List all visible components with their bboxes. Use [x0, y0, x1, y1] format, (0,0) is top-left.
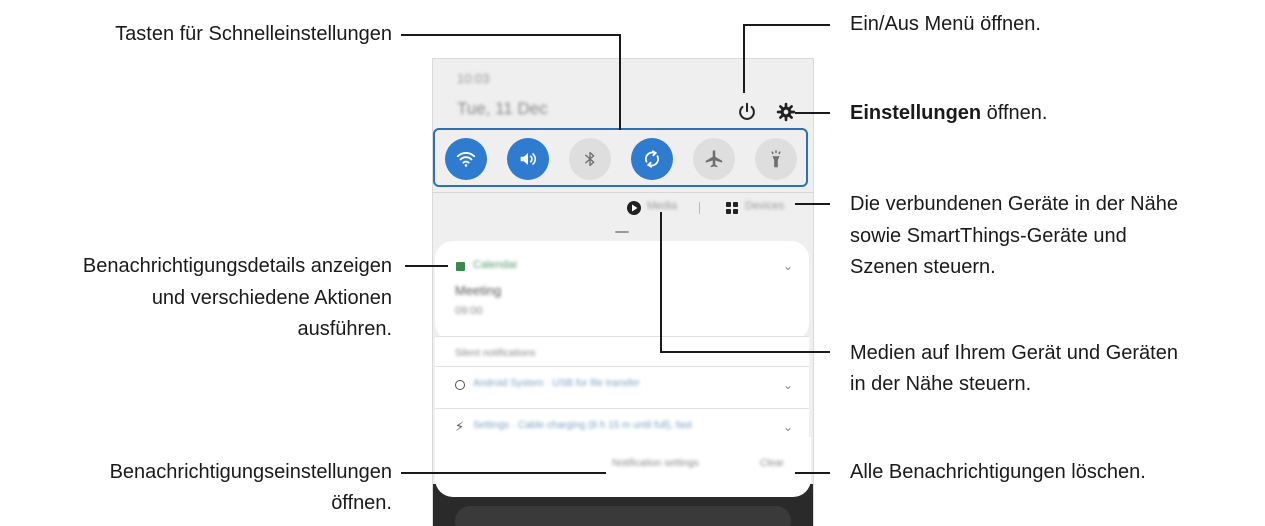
- flashlight-icon: [771, 150, 781, 168]
- chevron-down-icon[interactable]: ⌄: [783, 259, 793, 273]
- drag-handle[interactable]: [615, 231, 629, 233]
- silent-notification-1[interactable]: Android System · USB for file transfer: [473, 378, 640, 389]
- charging-bolt-icon: ⚡: [455, 419, 465, 434]
- label-clear-all: Alle Benachrichtigungen löschen.: [850, 461, 1146, 483]
- notification-time: 09:00: [455, 305, 483, 317]
- label-settings: Einstellungen öffnen.: [850, 99, 1047, 128]
- notification-app-name: Calendar: [473, 259, 518, 271]
- airplane-mode-toggle[interactable]: [693, 138, 735, 180]
- label-settings-bold: Einstellungen: [850, 102, 982, 124]
- bluetooth-toggle[interactable]: [569, 138, 611, 180]
- speaker-icon: [520, 153, 537, 165]
- label-notification-settings-2: öffnen.: [331, 492, 392, 514]
- silent-header: Silent notifications: [455, 348, 536, 359]
- clear-button[interactable]: Clear: [760, 458, 784, 469]
- label-devices-2: sowie SmartThings-Geräte und: [850, 225, 1127, 247]
- calendar-icon: [456, 262, 465, 271]
- label-notification-details-2: und verschiedene Aktionen: [151, 287, 392, 309]
- auto-rotate-toggle[interactable]: [631, 138, 673, 180]
- status-time: 10:03: [457, 71, 490, 86]
- airplane-icon: [705, 150, 723, 168]
- label-quick-settings-buttons: Tasten für Schnelleinstellungen: [115, 23, 392, 45]
- chevron-down-icon[interactable]: ⌄: [783, 420, 793, 434]
- media-play-icon[interactable]: [627, 201, 641, 215]
- android-system-icon: [455, 380, 465, 390]
- label-power-menu: Ein/Aus Menü öffnen.: [850, 13, 1041, 35]
- silent-notification-2[interactable]: Settings · Cable charging (8 h 15 m unti…: [473, 420, 692, 431]
- label-notification-settings-1: Benachrichtigungseinstellungen: [109, 461, 392, 483]
- notification-settings-button[interactable]: Notification settings: [612, 458, 699, 469]
- notification-title: Meeting: [455, 283, 502, 298]
- label-devices-3: Szenen steuern.: [850, 256, 996, 278]
- sound-toggle[interactable]: [507, 138, 549, 180]
- devices-grid-icon[interactable]: [725, 201, 739, 215]
- bluetooth-icon: [584, 151, 595, 167]
- power-icon[interactable]: [736, 101, 758, 123]
- media-button-label[interactable]: Media: [647, 200, 677, 212]
- label-media-2: in der Nähe steuern.: [850, 373, 1032, 395]
- label-devices-1: Die verbundenen Geräte in der Nähe: [850, 193, 1178, 215]
- label-media-1: Medien auf Ihrem Gerät und Geräten: [850, 342, 1178, 364]
- gear-icon[interactable]: [776, 102, 796, 122]
- label-notification-details-3: ausführen.: [297, 318, 392, 340]
- chevron-down-icon[interactable]: ⌄: [783, 378, 793, 392]
- wifi-icon: [456, 152, 476, 167]
- auto-rotate-icon: [645, 150, 659, 168]
- quick-settings-highlight: [433, 128, 808, 187]
- status-date: Tue, 11 Dec: [457, 99, 548, 118]
- label-settings-rest: öffnen.: [981, 102, 1048, 124]
- label-notification-details-1: Benachrichtigungsdetails anzeigen: [82, 255, 392, 277]
- devices-button-label[interactable]: Devices: [745, 200, 784, 212]
- wifi-toggle[interactable]: [445, 138, 487, 180]
- flashlight-toggle[interactable]: [755, 138, 797, 180]
- calendar-notification-card[interactable]: Calendar Meeting 09:00 ⌄: [435, 241, 809, 341]
